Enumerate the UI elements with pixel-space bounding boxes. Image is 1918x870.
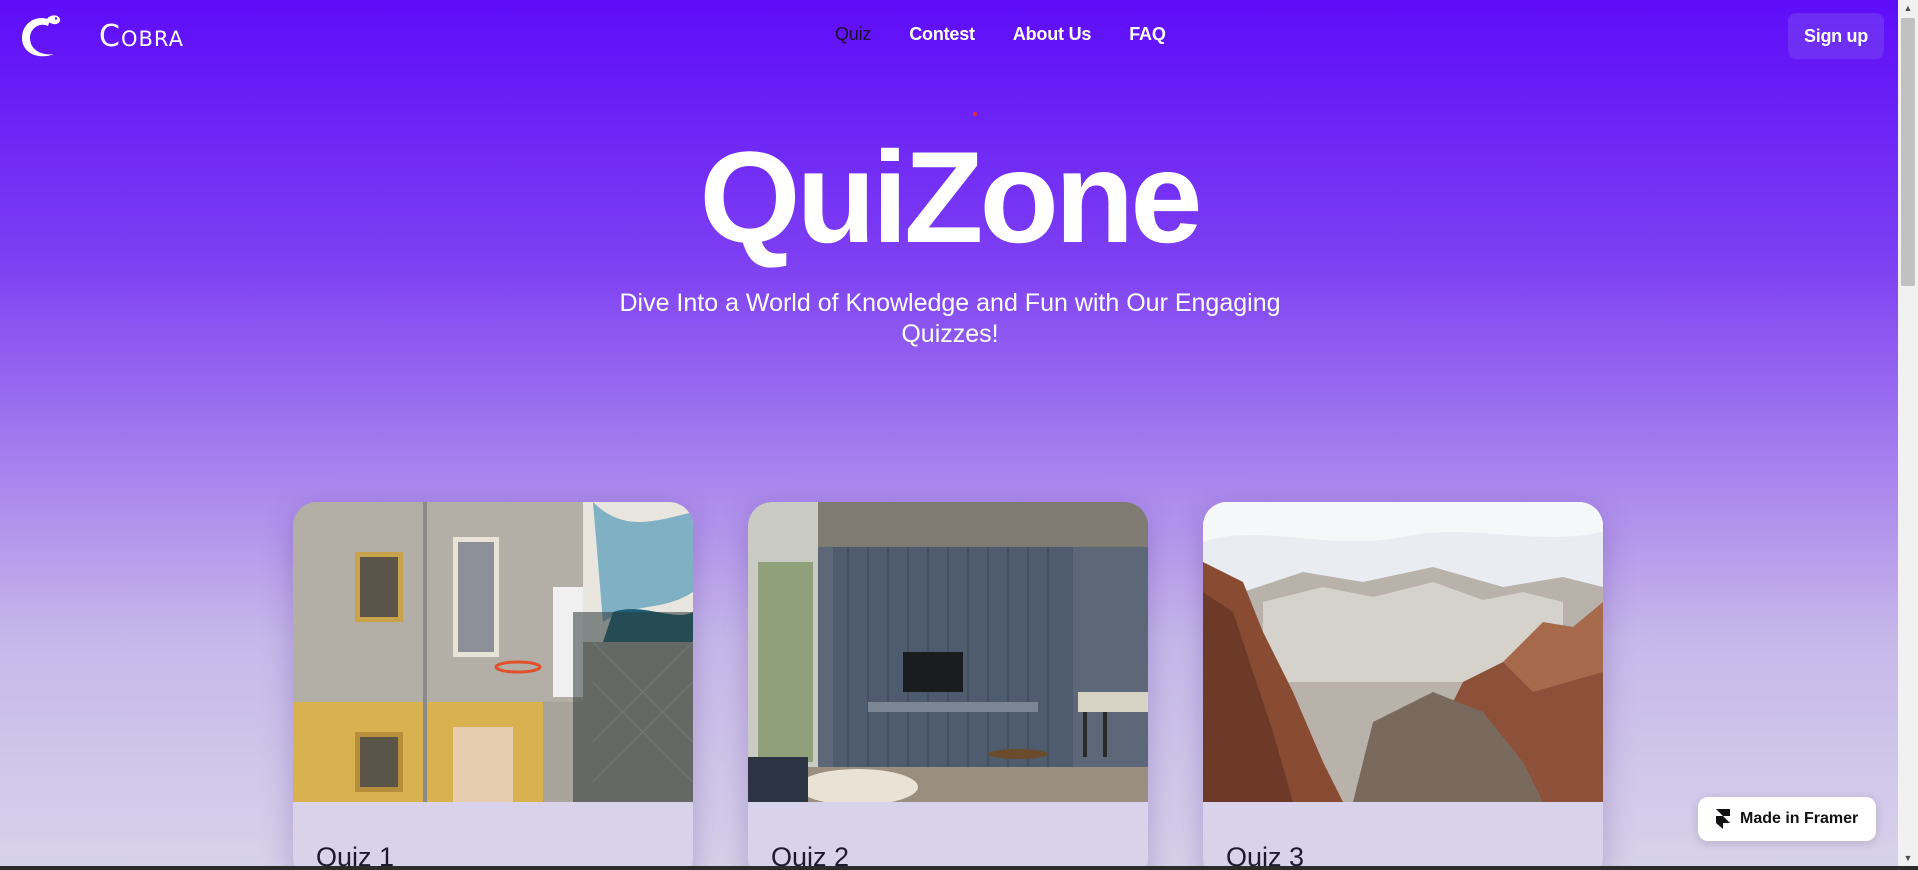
nav-item-faq[interactable]: FAQ	[1129, 24, 1166, 45]
card-title: Quiz 3	[1226, 842, 1305, 866]
scroll-thumb[interactable]	[1901, 18, 1915, 286]
quiz-card-1[interactable]: Quiz 1	[293, 502, 693, 866]
framer-icon	[1716, 809, 1730, 829]
card-title: Quiz 2	[771, 842, 850, 866]
hero-subtitle: Dive Into a World of Knowledge and Fun w…	[619, 289, 1281, 348]
sign-up-button[interactable]: Sign up	[1788, 13, 1884, 59]
made-in-framer-badge[interactable]: Made in Framer	[1698, 797, 1876, 841]
site-header: Cobra Quiz Contest About Us FAQ Sign up	[0, 0, 1898, 72]
brand-logo[interactable]: Cobra	[16, 10, 184, 62]
main-nav: Quiz Contest About Us FAQ	[835, 24, 1204, 45]
canyon-landscape-photo	[1203, 502, 1603, 802]
quiz-card-2[interactable]: Quiz 2	[748, 502, 1148, 866]
framer-badge-label: Made in Framer	[1740, 810, 1859, 827]
scroll-down-arrow-icon[interactable]: ▼	[1903, 853, 1913, 863]
window-bottom-edge	[0, 866, 1918, 870]
cursor-dot	[973, 112, 977, 116]
quiz-card-3[interactable]: Quiz 3	[1203, 502, 1603, 866]
nav-item-quiz[interactable]: Quiz	[835, 24, 871, 45]
nav-item-contest[interactable]: Contest	[909, 24, 975, 45]
nav-item-about-us[interactable]: About Us	[1013, 24, 1092, 45]
vertical-scrollbar[interactable]: ▲ ▼	[1898, 0, 1918, 866]
snake-logo-icon	[22, 15, 61, 57]
hero-title: QuiZone	[699, 124, 1202, 270]
courtyard-basketball-photo	[293, 502, 693, 802]
brand-name: Cobra	[99, 18, 184, 54]
page: Cobra Quiz Contest About Us FAQ Sign up …	[0, 0, 1898, 866]
modern-living-room-photo	[748, 502, 1148, 802]
card-title: Quiz 1	[316, 842, 395, 866]
scroll-up-arrow-icon[interactable]: ▲	[1903, 3, 1913, 13]
